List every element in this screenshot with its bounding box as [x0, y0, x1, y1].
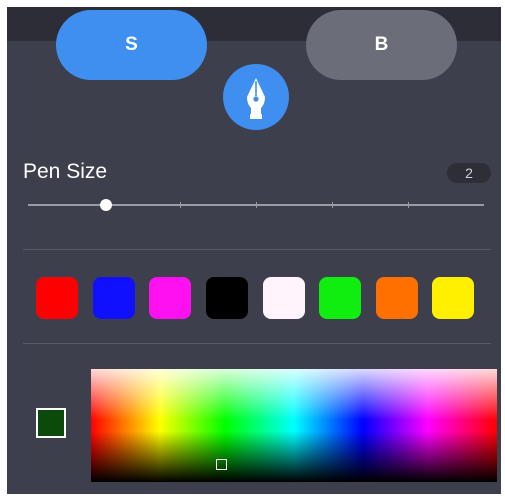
current-color-preview[interactable] [36, 408, 66, 438]
slider-tick [332, 202, 333, 208]
pen-nib-icon [247, 78, 265, 119]
color-swatch-orange[interactable] [376, 277, 418, 319]
mode-button-b-label: B [374, 34, 389, 55]
slider-tick [408, 202, 409, 208]
color-swatch-black[interactable] [206, 277, 248, 319]
color-swatch-green[interactable] [319, 277, 361, 319]
mode-button-b[interactable]: B [306, 10, 457, 80]
slider-tick [256, 202, 257, 208]
pen-settings-panel: S B Pen Size 2 [7, 7, 501, 494]
pen-tool-button[interactable] [223, 64, 289, 130]
slider-tick [180, 202, 181, 208]
color-swatch-white[interactable] [263, 277, 305, 319]
color-spectrum-picker[interactable] [91, 369, 497, 482]
mode-button-s-label: S [125, 34, 138, 55]
color-swatch-magenta[interactable] [149, 277, 191, 319]
spectrum-picker-handle[interactable] [216, 459, 227, 470]
color-swatches [36, 277, 476, 319]
pen-size-value: 2 [447, 163, 491, 183]
color-swatch-red[interactable] [36, 277, 78, 319]
slider-thumb[interactable] [99, 199, 112, 211]
divider [23, 249, 491, 250]
color-swatch-blue[interactable] [93, 277, 135, 319]
divider [23, 343, 491, 344]
mode-button-s[interactable]: S [56, 10, 207, 80]
pen-size-slider[interactable] [28, 197, 484, 213]
color-swatch-yellow[interactable] [432, 277, 474, 319]
pen-size-label: Pen Size [23, 160, 108, 183]
